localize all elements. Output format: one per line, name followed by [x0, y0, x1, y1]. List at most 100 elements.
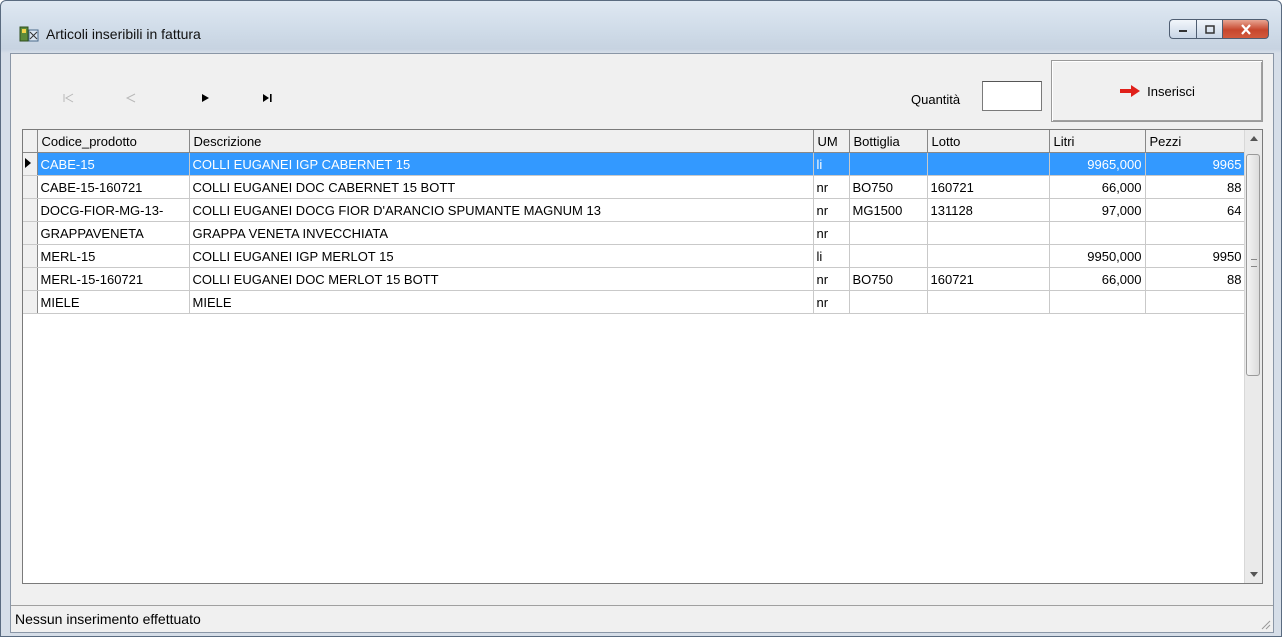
cell-pezzi[interactable]	[1145, 221, 1246, 245]
cell-litri[interactable]	[1049, 290, 1146, 314]
cell-litri[interactable]: 66,000	[1049, 267, 1146, 291]
row-indicator[interactable]	[23, 198, 38, 222]
table-row[interactable]: GRAPPAVENETA GRAPPA VENETA INVECCHIATA nr	[23, 221, 1246, 245]
articles-grid[interactable]: Codice_prodotto Descrizione UM Bottiglia…	[22, 129, 1263, 584]
scroll-down-icon	[1249, 572, 1258, 577]
insert-button-label: Inserisci	[1147, 83, 1195, 99]
cell-descrizione[interactable]: COLLI EUGANEI IGP MERLOT 15	[189, 244, 814, 268]
cell-litri[interactable]: 97,000	[1049, 198, 1146, 222]
scroll-thumb[interactable]	[1246, 154, 1260, 376]
cell-codice[interactable]: MERL-15	[37, 244, 190, 268]
cell-descrizione[interactable]: MIELE	[189, 290, 814, 314]
scroll-down-button[interactable]	[1245, 566, 1262, 583]
column-header-bottiglia[interactable]: Bottiglia	[849, 130, 928, 153]
empty-row	[23, 380, 1245, 402]
table-row[interactable]: DOCG-FIOR-MG-13- COLLI EUGANEI DOCG FIOR …	[23, 198, 1246, 222]
cell-lotto[interactable]	[927, 290, 1050, 314]
cell-descrizione[interactable]: COLLI EUGANEI DOC MERLOT 15 BOTT	[189, 267, 814, 291]
cell-codice[interactable]: GRAPPAVENETA	[37, 221, 190, 245]
grid-body: CABE-15 COLLI EUGANEI IGP CABERNET 15 li 99…	[23, 152, 1246, 578]
row-indicator[interactable]	[23, 267, 38, 291]
minimize-button[interactable]	[1169, 19, 1196, 39]
row-indicator[interactable]	[23, 244, 38, 268]
cell-um[interactable]: nr	[813, 198, 850, 222]
column-header-pezzi[interactable]: Pezzi	[1145, 130, 1246, 153]
cell-pezzi[interactable]: 64	[1145, 198, 1246, 222]
row-indicator[interactable]	[23, 290, 38, 314]
cell-pezzi[interactable]: 88	[1145, 267, 1246, 291]
first-record-button[interactable]	[55, 88, 83, 108]
empty-row	[23, 402, 1245, 424]
cell-descrizione[interactable]: COLLI EUGANEI IGP CABERNET 15	[189, 152, 814, 176]
empty-row	[23, 490, 1245, 512]
cell-codice[interactable]: CABE-15	[37, 152, 190, 176]
vertical-scrollbar[interactable]	[1244, 130, 1262, 583]
cell-descrizione[interactable]: GRAPPA VENETA INVECCHIATA	[189, 221, 814, 245]
quantity-input[interactable]	[982, 81, 1042, 111]
cell-bottiglia[interactable]: BO750	[849, 175, 928, 199]
cell-um[interactable]: li	[813, 152, 850, 176]
cell-descrizione[interactable]: COLLI EUGANEI DOCG FIOR D'ARANCIO SPUMAN…	[189, 198, 814, 222]
cell-lotto[interactable]	[927, 221, 1050, 245]
cell-bottiglia[interactable]	[849, 290, 928, 314]
column-header-litri[interactable]: Litri	[1049, 130, 1146, 153]
cell-um[interactable]: li	[813, 244, 850, 268]
cell-lotto[interactable]: 160721	[927, 267, 1050, 291]
cell-um[interactable]: nr	[813, 175, 850, 199]
cell-litri[interactable]	[1049, 221, 1146, 245]
cell-pezzi[interactable]: 9965	[1145, 152, 1246, 176]
cell-litri[interactable]: 66,000	[1049, 175, 1146, 199]
cell-pezzi[interactable]	[1145, 290, 1246, 314]
cell-bottiglia[interactable]	[849, 221, 928, 245]
first-record-icon	[63, 93, 74, 103]
cell-um[interactable]: nr	[813, 221, 850, 245]
window: Articoli inseribili in fattura Quantità …	[0, 0, 1282, 637]
cell-descrizione[interactable]: COLLI EUGANEI DOC CABERNET 15 BOTT	[189, 175, 814, 199]
cell-litri[interactable]: 9965,000	[1049, 152, 1146, 176]
cell-codice[interactable]: MERL-15-160721	[37, 267, 190, 291]
row-indicator-header	[23, 130, 38, 153]
row-indicator[interactable]	[23, 152, 38, 176]
cell-um[interactable]: nr	[813, 267, 850, 291]
cell-lotto[interactable]	[927, 152, 1050, 176]
cell-lotto[interactable]: 160721	[927, 175, 1050, 199]
scroll-up-icon	[1249, 136, 1258, 141]
previous-record-button[interactable]	[117, 88, 145, 108]
table-row[interactable]: MIELE MIELE nr	[23, 290, 1246, 314]
cell-bottiglia[interactable]	[849, 152, 928, 176]
table-row[interactable]: CABE-15-160721 COLLI EUGANEI DOC CABERNET…	[23, 175, 1246, 199]
column-header-lotto[interactable]: Lotto	[927, 130, 1050, 153]
cell-codice[interactable]: DOCG-FIOR-MG-13-	[37, 198, 190, 222]
cell-codice[interactable]: CABE-15-160721	[37, 175, 190, 199]
column-header-um[interactable]: UM	[813, 130, 850, 153]
next-record-button[interactable]	[191, 88, 219, 108]
cell-lotto[interactable]: 131128	[927, 198, 1050, 222]
status-bar: Nessun inserimento effettuato	[11, 605, 1273, 632]
cell-um[interactable]: nr	[813, 290, 850, 314]
table-row[interactable]: MERL-15-160721 COLLI EUGANEI DOC MERLOT 1…	[23, 267, 1246, 291]
row-indicator[interactable]	[23, 221, 38, 245]
caption-buttons	[1169, 19, 1269, 39]
cell-codice[interactable]: MIELE	[37, 290, 190, 314]
cell-bottiglia[interactable]	[849, 244, 928, 268]
maximize-button[interactable]	[1196, 19, 1223, 39]
cell-lotto[interactable]	[927, 244, 1050, 268]
close-button[interactable]	[1223, 19, 1269, 39]
cell-pezzi[interactable]: 9950	[1145, 244, 1246, 268]
table-row[interactable]: CABE-15 COLLI EUGANEI IGP CABERNET 15 li 99…	[23, 152, 1246, 176]
cell-bottiglia[interactable]: MG1500	[849, 198, 928, 222]
insert-button[interactable]: Inserisci	[1051, 60, 1263, 122]
row-indicator[interactable]	[23, 175, 38, 199]
cell-pezzi[interactable]: 88	[1145, 175, 1246, 199]
scroll-up-button[interactable]	[1245, 130, 1262, 147]
empty-row	[23, 468, 1245, 490]
last-record-button[interactable]	[253, 88, 281, 108]
column-header-codice[interactable]: Codice_prodotto	[37, 130, 190, 153]
empty-row	[23, 446, 1245, 468]
table-row[interactable]: MERL-15 COLLI EUGANEI IGP MERLOT 15 li 9950…	[23, 244, 1246, 268]
column-header-descrizione[interactable]: Descrizione	[189, 130, 814, 153]
resize-grip-icon[interactable]	[1259, 618, 1271, 630]
cell-litri[interactable]: 9950,000	[1049, 244, 1146, 268]
title-bar[interactable]: Articoli inseribili in fattura	[1, 1, 1281, 53]
cell-bottiglia[interactable]: BO750	[849, 267, 928, 291]
